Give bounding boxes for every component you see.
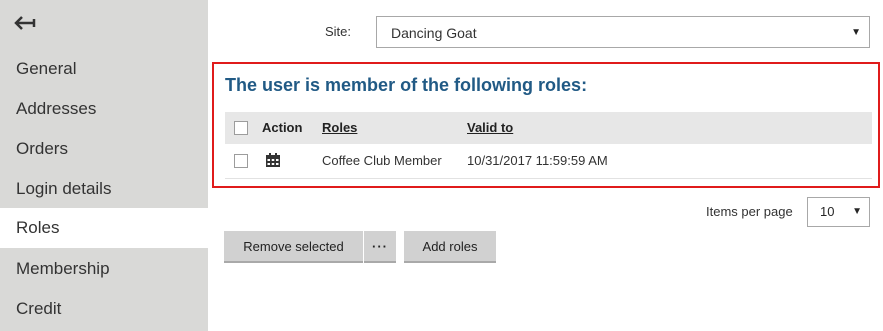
site-label: Site:: [325, 24, 352, 39]
triangle-down-icon: ▼: [851, 27, 861, 38]
column-header-roles[interactable]: Roles: [322, 120, 357, 135]
sidebar-item-orders[interactable]: Orders: [0, 129, 208, 169]
table-row: Coffee Club Member 10/31/2017 11:59:59 A…: [225, 144, 872, 179]
sidebar: General Addresses Orders Login details R…: [0, 0, 208, 331]
add-roles-button[interactable]: Add roles: [404, 231, 496, 263]
sidebar-item-general[interactable]: General: [0, 49, 208, 89]
items-per-page-select[interactable]: 10 ▼: [807, 197, 870, 227]
more-actions-button[interactable]: ···: [364, 231, 396, 263]
sidebar-item-addresses[interactable]: Addresses: [0, 89, 208, 129]
site-select[interactable]: Dancing Goat ▼: [376, 16, 870, 48]
row-checkbox[interactable]: [234, 154, 248, 168]
site-select-value: Dancing Goat: [391, 25, 477, 41]
back-arrow-icon[interactable]: [12, 10, 40, 36]
sidebar-item-membership[interactable]: Membership: [0, 249, 208, 289]
grid-header: Action Roles Valid to: [225, 112, 872, 144]
triangle-down-icon: ▼: [852, 206, 862, 217]
cell-role-name: Coffee Club Member: [322, 153, 442, 168]
roles-panel: The user is member of the following role…: [212, 62, 880, 188]
column-header-action: Action: [262, 120, 303, 135]
select-all-checkbox[interactable]: [234, 121, 248, 135]
calendar-icon[interactable]: [265, 152, 281, 168]
sidebar-item-roles[interactable]: Roles: [0, 208, 208, 248]
sidebar-item-login-details[interactable]: Login details: [0, 169, 208, 209]
sidebar-item-credit[interactable]: Credit: [0, 289, 208, 329]
items-per-page-value: 10: [820, 204, 835, 219]
column-header-valid-to[interactable]: Valid to: [467, 120, 513, 135]
cell-valid-to: 10/31/2017 11:59:59 AM: [467, 153, 608, 168]
panel-title: The user is member of the following role…: [225, 75, 588, 95]
remove-selected-button[interactable]: Remove selected: [224, 231, 363, 263]
items-per-page-label: Items per page: [706, 204, 793, 219]
